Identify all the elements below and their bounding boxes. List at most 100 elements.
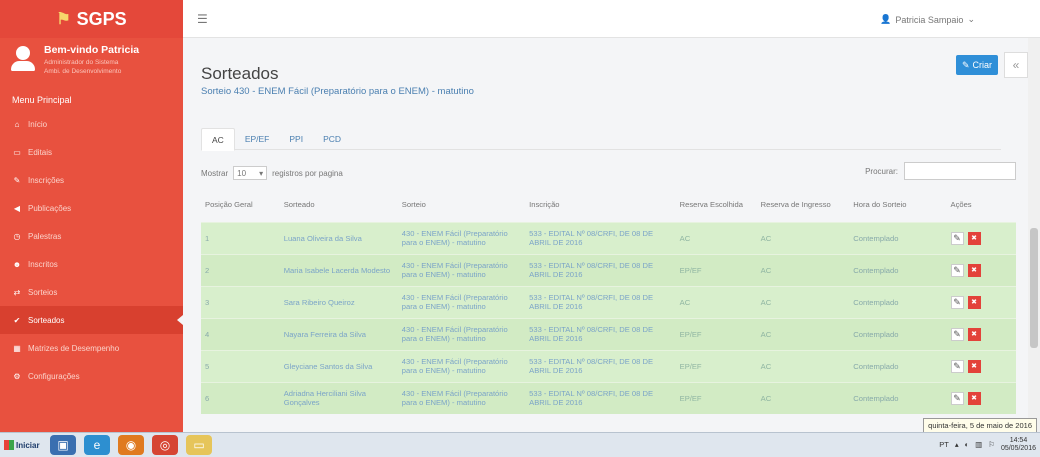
clock-icon: ◷ bbox=[13, 231, 21, 241]
cell-inscricao: 533 - EDITAL Nº 08/CRFI, DE 08 DE ABRIL … bbox=[529, 229, 654, 247]
cell-inscricao: 533 - EDITAL Nº 08/CRFI, DE 08 DE ABRIL … bbox=[529, 293, 654, 311]
column-header[interactable]: Sorteado bbox=[280, 188, 398, 222]
sidebar-item[interactable]: ◷ Palestras bbox=[0, 222, 183, 250]
cell-sorteio: 430 - ENEM Fácil (Preparatório para o EN… bbox=[401, 261, 508, 279]
tab-bar: AC EP/EF PPI PCD bbox=[201, 128, 1001, 151]
sidebar-item[interactable]: ⇄ Sorteios bbox=[0, 278, 183, 306]
page-title: Sorteados bbox=[201, 64, 279, 83]
edit-icon[interactable]: ✎ bbox=[950, 263, 964, 277]
sidebar-item-label: Matrizes de Desempenho bbox=[28, 343, 120, 353]
cell-hora: Contemplado bbox=[853, 297, 899, 307]
tab[interactable]: EP/EF bbox=[235, 128, 280, 150]
tab[interactable]: AC bbox=[201, 128, 235, 151]
delete-icon[interactable]: ✖ bbox=[967, 327, 981, 341]
sidebar-item[interactable]: ☻ Inscritos bbox=[0, 250, 183, 278]
vertical-scrollbar[interactable] bbox=[1028, 38, 1040, 432]
delete-icon[interactable]: ✖ bbox=[967, 359, 981, 373]
cell-res-esc: EP/EF bbox=[679, 265, 702, 275]
table-row[interactable]: 6 Adriadna Herciliani Silva Gonçalves 430 … bbox=[201, 382, 1016, 414]
desktop-icon[interactable]: ▣ bbox=[50, 435, 76, 455]
column-header[interactable]: Ações bbox=[947, 188, 1017, 222]
search-label: Procurar: bbox=[865, 166, 898, 176]
column-header[interactable]: Hora do Sorteio bbox=[849, 188, 946, 222]
edit-icon[interactable]: ✎ bbox=[950, 359, 964, 373]
user-menu[interactable]: 👤 Patricia Sampaio ⌄ bbox=[880, 14, 975, 25]
language-indicator[interactable]: PT bbox=[939, 440, 949, 449]
sidebar-item[interactable]: ▭ Editais bbox=[0, 138, 183, 166]
network-icon[interactable]: ▥ bbox=[975, 440, 982, 449]
clock-time: 14:54 bbox=[1009, 437, 1028, 444]
start-label: Iniciar bbox=[16, 440, 40, 450]
sidebar-item[interactable]: ✔ Sorteados bbox=[0, 306, 183, 334]
sidebar-item-label: Inscrições bbox=[28, 175, 65, 185]
avatar bbox=[10, 44, 36, 72]
cell-inscricao: 533 - EDITAL Nº 08/CRFI, DE 08 DE ABRIL … bbox=[529, 357, 654, 375]
delete-icon[interactable]: ✖ bbox=[967, 295, 981, 309]
firefox-icon[interactable]: ◉ bbox=[118, 435, 144, 455]
cell-res-esc: EP/EF bbox=[679, 329, 702, 339]
per-page-label: registros por pagina bbox=[272, 168, 343, 178]
folder-icon[interactable]: ▭ bbox=[186, 435, 212, 455]
create-button[interactable]: ✎ Criar bbox=[956, 55, 998, 75]
clock[interactable]: 14:54 05/05/2016 bbox=[1001, 437, 1036, 452]
delete-icon[interactable]: ✖ bbox=[967, 231, 981, 245]
edit-icon[interactable]: ✎ bbox=[950, 295, 964, 309]
delete-icon[interactable]: ✖ bbox=[967, 391, 981, 405]
search-input[interactable] bbox=[904, 162, 1016, 180]
table-row[interactable]: 4 Nayara Ferreira da Silva 430 - ENEM Fáci… bbox=[201, 318, 1016, 350]
home-icon: ⌂ bbox=[14, 119, 20, 129]
edit-icon[interactable]: ✎ bbox=[950, 231, 964, 245]
sidebar-item[interactable]: ◀ Publicações bbox=[0, 194, 183, 222]
page-size-select[interactable]: 10 ▾ bbox=[233, 166, 268, 180]
hamburger-menu-icon[interactable]: ☰ bbox=[197, 12, 208, 26]
page-subtitle: Sorteio 430 - ENEM Fácil (Preparatório p… bbox=[201, 86, 474, 97]
table-row[interactable]: 1 Luana Oliveira da Silva 430 - ENEM Fácil… bbox=[201, 222, 1016, 254]
chrome-icon[interactable]: ◎ bbox=[152, 435, 178, 455]
table-row[interactable]: 2 Maria Isabele Lacerda Modesto 430 - ENEM… bbox=[201, 254, 1016, 286]
create-button-label: Criar bbox=[972, 60, 993, 70]
flag-icon[interactable]: ⚐ bbox=[988, 440, 995, 449]
sidebar-item[interactable]: ⌂ Início bbox=[0, 110, 183, 138]
cell-sorteio: 430 - ENEM Fácil (Preparatório para o EN… bbox=[401, 389, 508, 408]
app-brand[interactable]: ⚑ SGPS bbox=[0, 0, 183, 38]
cell-res-esc: EP/EF bbox=[679, 393, 702, 403]
cell-res-esc: AC bbox=[679, 233, 691, 243]
column-header[interactable]: Posição Geral bbox=[201, 188, 280, 222]
tray-arrow-icon[interactable]: ▴ bbox=[955, 440, 959, 449]
column-header[interactable]: Reserva Escolhida bbox=[676, 188, 757, 222]
check-circle-icon: ✔ bbox=[13, 315, 21, 325]
column-header[interactable]: Reserva de Ingresso bbox=[757, 188, 850, 222]
sidebar-item[interactable]: ▦ Matrizes de Desempenho bbox=[0, 334, 183, 362]
delete-icon[interactable]: ✖ bbox=[967, 263, 981, 277]
volume-icon[interactable]: ◐ bbox=[965, 440, 970, 449]
cell-name: Nayara Ferreira da Silva bbox=[283, 329, 367, 339]
internet-explorer-icon[interactable]: e bbox=[84, 435, 110, 455]
collapse-button[interactable]: « bbox=[1004, 52, 1028, 78]
cell-hora: Contemplado bbox=[853, 265, 899, 275]
sidebar: ⚑ SGPS Bem-vindo Patricia Administrador … bbox=[0, 0, 183, 432]
main-content: Sorteados Sorteio 430 - ENEM Fácil (Prep… bbox=[183, 38, 1028, 432]
sidebar-item[interactable]: ✎ Inscrições bbox=[0, 166, 183, 194]
pencil-icon: ✎ bbox=[961, 59, 970, 70]
cell-name: Adriadna Herciliani Silva Gonçalves bbox=[283, 389, 367, 408]
column-header[interactable]: Inscrição bbox=[525, 188, 675, 222]
user-name: Patricia Sampaio bbox=[895, 14, 964, 25]
cell-actions: ✎ ✖ bbox=[947, 222, 1017, 254]
sidebar-item-label: Sorteios bbox=[28, 287, 58, 297]
sidebar-item[interactable]: ⚙ Configurações bbox=[0, 362, 183, 390]
edit-icon[interactable]: ✎ bbox=[950, 327, 964, 341]
cell-pos: 1 bbox=[205, 233, 210, 243]
cell-actions: ✎ ✖ bbox=[947, 286, 1017, 318]
column-header[interactable]: Sorteio bbox=[398, 188, 525, 222]
table-row[interactable]: 3 Sara Ribeiro Queiroz 430 - ENEM Fácil (P… bbox=[201, 286, 1016, 318]
scroll-thumb[interactable] bbox=[1030, 228, 1038, 348]
table-row[interactable]: 5 Gleyciane Santos da Silva 430 - ENEM Fác… bbox=[201, 350, 1016, 382]
tab[interactable]: PPI bbox=[279, 128, 313, 150]
start-button[interactable]: Iniciar bbox=[4, 435, 42, 455]
sidebar-item-label: Início bbox=[28, 119, 48, 129]
page-size-value: 10 bbox=[237, 168, 247, 178]
tab[interactable]: PCD bbox=[313, 128, 351, 150]
edit-icon[interactable]: ✎ bbox=[950, 391, 964, 405]
cell-actions: ✎ ✖ bbox=[947, 254, 1017, 286]
cell-res-ing: AC bbox=[760, 393, 772, 403]
